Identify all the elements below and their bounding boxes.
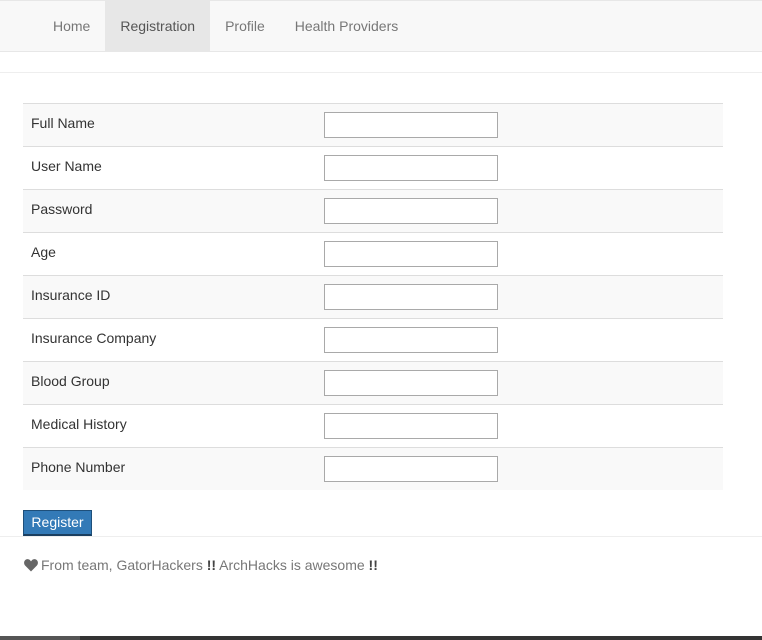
full-name-label: Full Name [31,115,95,131]
medical-history-input[interactable] [324,413,498,439]
age-label: Age [31,244,56,260]
footer-text-part1: From team, GatorHackers [41,557,207,573]
phone-number-input[interactable] [324,456,498,482]
nav-profile[interactable]: Profile [210,1,280,51]
age-input[interactable] [324,241,498,267]
footer-text-part2: ArchHacks is awesome [216,557,369,573]
user-name-input[interactable] [324,155,498,181]
insurance-id-label: Insurance ID [31,287,111,303]
blood-group-input[interactable] [324,370,498,396]
insurance-company-input[interactable] [324,327,498,353]
form-row-age: Age [23,232,723,275]
form-row-insurance-id: Insurance ID [23,275,723,318]
heart-icon [24,558,38,572]
footer-mark-1: !! [206,557,217,573]
nav-health-providers[interactable]: Health Providers [280,1,414,51]
phone-number-label: Phone Number [31,459,126,475]
register-button[interactable]: Register [23,510,92,536]
password-label: Password [31,201,93,217]
bottom-divider [0,536,762,537]
top-divider [0,72,762,73]
form-row-medical-history: Medical History [23,404,723,447]
registration-form: Full Name User Name Password Age Insuran… [23,103,723,490]
form-row-password: Password [23,189,723,232]
medical-history-label: Medical History [31,416,127,432]
form-row-blood-group: Blood Group [23,361,723,404]
window-bottom-edge [0,636,762,640]
top-navbar: Home Registration Profile Health Provide… [0,0,762,52]
form-row-insurance-company: Insurance Company [23,318,723,361]
form-row-user-name: User Name [23,146,723,189]
footer-message: From team, GatorHackers !! ArchHacks is … [24,557,378,573]
footer-mark-2: !! [368,557,378,573]
form-row-full-name: Full Name [23,103,723,146]
insurance-id-input[interactable] [324,284,498,310]
form-row-phone-number: Phone Number [23,447,723,490]
insurance-company-label: Insurance Company [31,330,157,346]
nav-registration[interactable]: Registration [105,1,211,51]
blood-group-label: Blood Group [31,373,110,389]
nav-home[interactable]: Home [38,1,105,51]
user-name-label: User Name [31,158,102,174]
full-name-input[interactable] [324,112,498,138]
password-input[interactable] [324,198,498,224]
